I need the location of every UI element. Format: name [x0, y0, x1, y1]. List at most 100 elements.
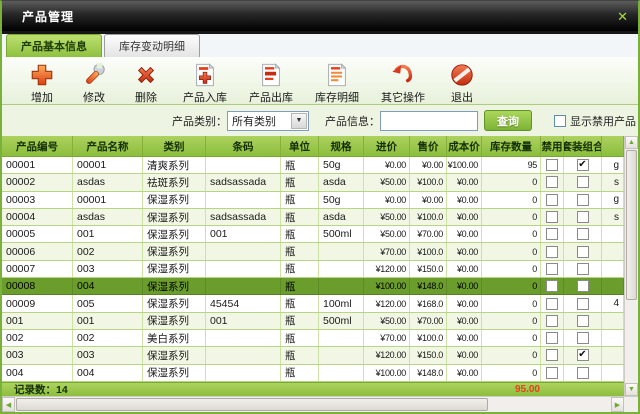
cell-unit: 瓶	[281, 313, 319, 329]
column-header-code[interactable]: 产品编号	[2, 136, 73, 156]
cell-purchase: ¥0.00	[364, 157, 410, 173]
disabled-checkbox[interactable]	[546, 315, 558, 327]
cell-combo	[564, 226, 602, 242]
vertical-scroll-thumb[interactable]	[626, 150, 637, 300]
table-row[interactable]: 0000300001保湿系列瓶50g¥0.00¥0.00¥0.000g	[2, 192, 624, 209]
combo-checkbox[interactable]	[577, 211, 589, 223]
combo-checkbox[interactable]	[577, 298, 589, 310]
delete-button[interactable]: 删除	[120, 59, 172, 106]
disabled-checkbox[interactable]	[546, 176, 558, 188]
cell-stock: 0	[482, 313, 541, 329]
column-header-stock[interactable]: 库存数量	[482, 136, 541, 156]
table-row[interactable]: 001001保湿系列001瓶500ml¥50.00¥70.00¥0.000	[2, 313, 624, 330]
horizontal-scroll-thumb[interactable]	[16, 398, 488, 411]
cell-cost: ¥0.00	[447, 192, 482, 208]
combo-checkbox[interactable]	[577, 176, 589, 188]
category-select[interactable]: 所有类别 ▼	[227, 111, 309, 131]
combo-checkbox[interactable]	[577, 349, 589, 361]
cell-name: 002	[73, 243, 143, 259]
vertical-scrollbar[interactable]: ▲ ▼	[624, 136, 638, 396]
disabled-checkbox[interactable]	[546, 211, 558, 223]
table-row[interactable]: 003003保湿系列瓶¥120.00¥150.0¥0.000	[2, 347, 624, 364]
column-header-category[interactable]: 类别	[143, 136, 206, 156]
cell-purchase: ¥70.00	[364, 243, 410, 259]
disabled-checkbox[interactable]	[546, 194, 558, 206]
combo-checkbox[interactable]	[577, 263, 589, 275]
cell-purchase: ¥70.00	[364, 330, 410, 346]
cell-unit: 瓶	[281, 192, 319, 208]
disabled-checkbox[interactable]	[546, 298, 558, 310]
column-header-sale[interactable]: 售价	[410, 136, 447, 156]
disabled-checkbox[interactable]	[546, 280, 558, 292]
table-row[interactable]: 00005001保湿系列001瓶500ml¥50.00¥70.00¥0.000	[2, 226, 624, 243]
combo-checkbox[interactable]	[577, 159, 589, 171]
column-header-purchase[interactable]: 进价	[364, 136, 410, 156]
cell-extra	[602, 365, 624, 381]
table-row[interactable]: 00006002保湿系列瓶¥70.00¥100.0¥0.000	[2, 243, 624, 260]
cell-sale: ¥100.0	[410, 243, 447, 259]
combo-checkbox[interactable]	[577, 228, 589, 240]
cell-category: 保湿系列	[143, 365, 206, 381]
vertical-scroll-track	[625, 301, 638, 383]
cell-extra: 4	[602, 295, 624, 311]
column-header-spec[interactable]: 规格	[319, 136, 364, 156]
other-operations-button[interactable]: 其它操作	[370, 59, 436, 106]
column-header-combo[interactable]: 套装组合	[564, 136, 602, 156]
cell-combo	[564, 209, 602, 225]
table-row[interactable]: 0000100001清爽系列瓶50g¥0.00¥0.00¥100.0095g	[2, 157, 624, 174]
tab-inventory-movement-detail[interactable]: 库存变动明细	[104, 34, 200, 57]
exit-button[interactable]: 退出	[436, 59, 488, 106]
disabled-checkbox[interactable]	[546, 263, 558, 275]
disabled-checkbox[interactable]	[546, 367, 558, 379]
combo-checkbox[interactable]	[577, 246, 589, 258]
disabled-checkbox[interactable]	[546, 159, 558, 171]
add-button[interactable]: 增加	[16, 59, 68, 106]
table-row[interactable]: 002002美白系列瓶¥70.00¥100.0¥0.000	[2, 330, 624, 347]
disabled-checkbox[interactable]	[546, 246, 558, 258]
query-button[interactable]: 查询	[484, 110, 532, 131]
stock-detail-button[interactable]: 库存明细	[304, 59, 370, 106]
button-label: 库存明细	[315, 89, 359, 105]
column-header-unit[interactable]: 单位	[281, 136, 319, 156]
cell-disabled	[541, 330, 564, 346]
scroll-right-icon[interactable]: ▶	[611, 397, 624, 412]
stock-in-button[interactable]: 产品入库	[172, 59, 238, 106]
column-header-extra[interactable]	[602, 136, 624, 156]
scroll-down-icon[interactable]: ▼	[625, 383, 638, 396]
table-row[interactable]: 00004asdas保湿系列sadsassada瓶asda¥50.00¥100.…	[2, 209, 624, 226]
scroll-up-icon[interactable]: ▲	[625, 136, 638, 149]
scroll-left-icon[interactable]: ◀	[2, 397, 15, 412]
cell-barcode	[206, 330, 281, 346]
close-icon[interactable]: ✕	[617, 10, 628, 23]
disabled-checkbox[interactable]	[546, 349, 558, 361]
column-header-cost[interactable]: 成本价	[447, 136, 482, 156]
cell-barcode	[206, 278, 281, 294]
horizontal-scrollbar[interactable]: ◀ ▶	[2, 396, 638, 412]
edit-button[interactable]: 修改	[68, 59, 120, 106]
combo-checkbox[interactable]	[577, 332, 589, 344]
column-header-barcode[interactable]: 条码	[206, 136, 281, 156]
disabled-checkbox[interactable]	[546, 332, 558, 344]
combo-checkbox[interactable]	[577, 315, 589, 327]
cell-stock: 0	[482, 330, 541, 346]
table-row[interactable]: 00008004保湿系列瓶¥100.00¥148.0¥0.000	[2, 278, 624, 295]
stock-out-button[interactable]: 产品出库	[238, 59, 304, 106]
combo-checkbox[interactable]	[577, 194, 589, 206]
combo-checkbox[interactable]	[577, 367, 589, 379]
table-row[interactable]: 00009005保湿系列45454瓶100ml¥120.00¥168.0¥0.0…	[2, 295, 624, 312]
column-header-name[interactable]: 产品名称	[73, 136, 143, 156]
combo-checkbox[interactable]	[577, 280, 589, 292]
tab-product-basic-info[interactable]: 产品基本信息	[6, 34, 102, 57]
table-row[interactable]: 00002asdas祛斑系列sadsassada瓶asda¥50.00¥100.…	[2, 174, 624, 191]
table-row[interactable]: 004004保湿系列瓶¥100.00¥148.0¥0.000	[2, 365, 624, 382]
table-row[interactable]: 00007003保湿系列瓶¥120.00¥150.0¥0.000	[2, 261, 624, 278]
cell-disabled	[541, 174, 564, 190]
titlebar: 产品管理 ✕	[2, 1, 638, 31]
show-disabled-checkbox[interactable]	[554, 115, 566, 127]
cell-sale: ¥70.00	[410, 226, 447, 242]
tab-label: 库存变动明细	[119, 38, 185, 54]
product-info-input[interactable]	[380, 111, 478, 131]
disabled-checkbox[interactable]	[546, 228, 558, 240]
cell-extra: g	[602, 192, 624, 208]
column-header-disabled[interactable]: 禁用	[541, 136, 564, 156]
